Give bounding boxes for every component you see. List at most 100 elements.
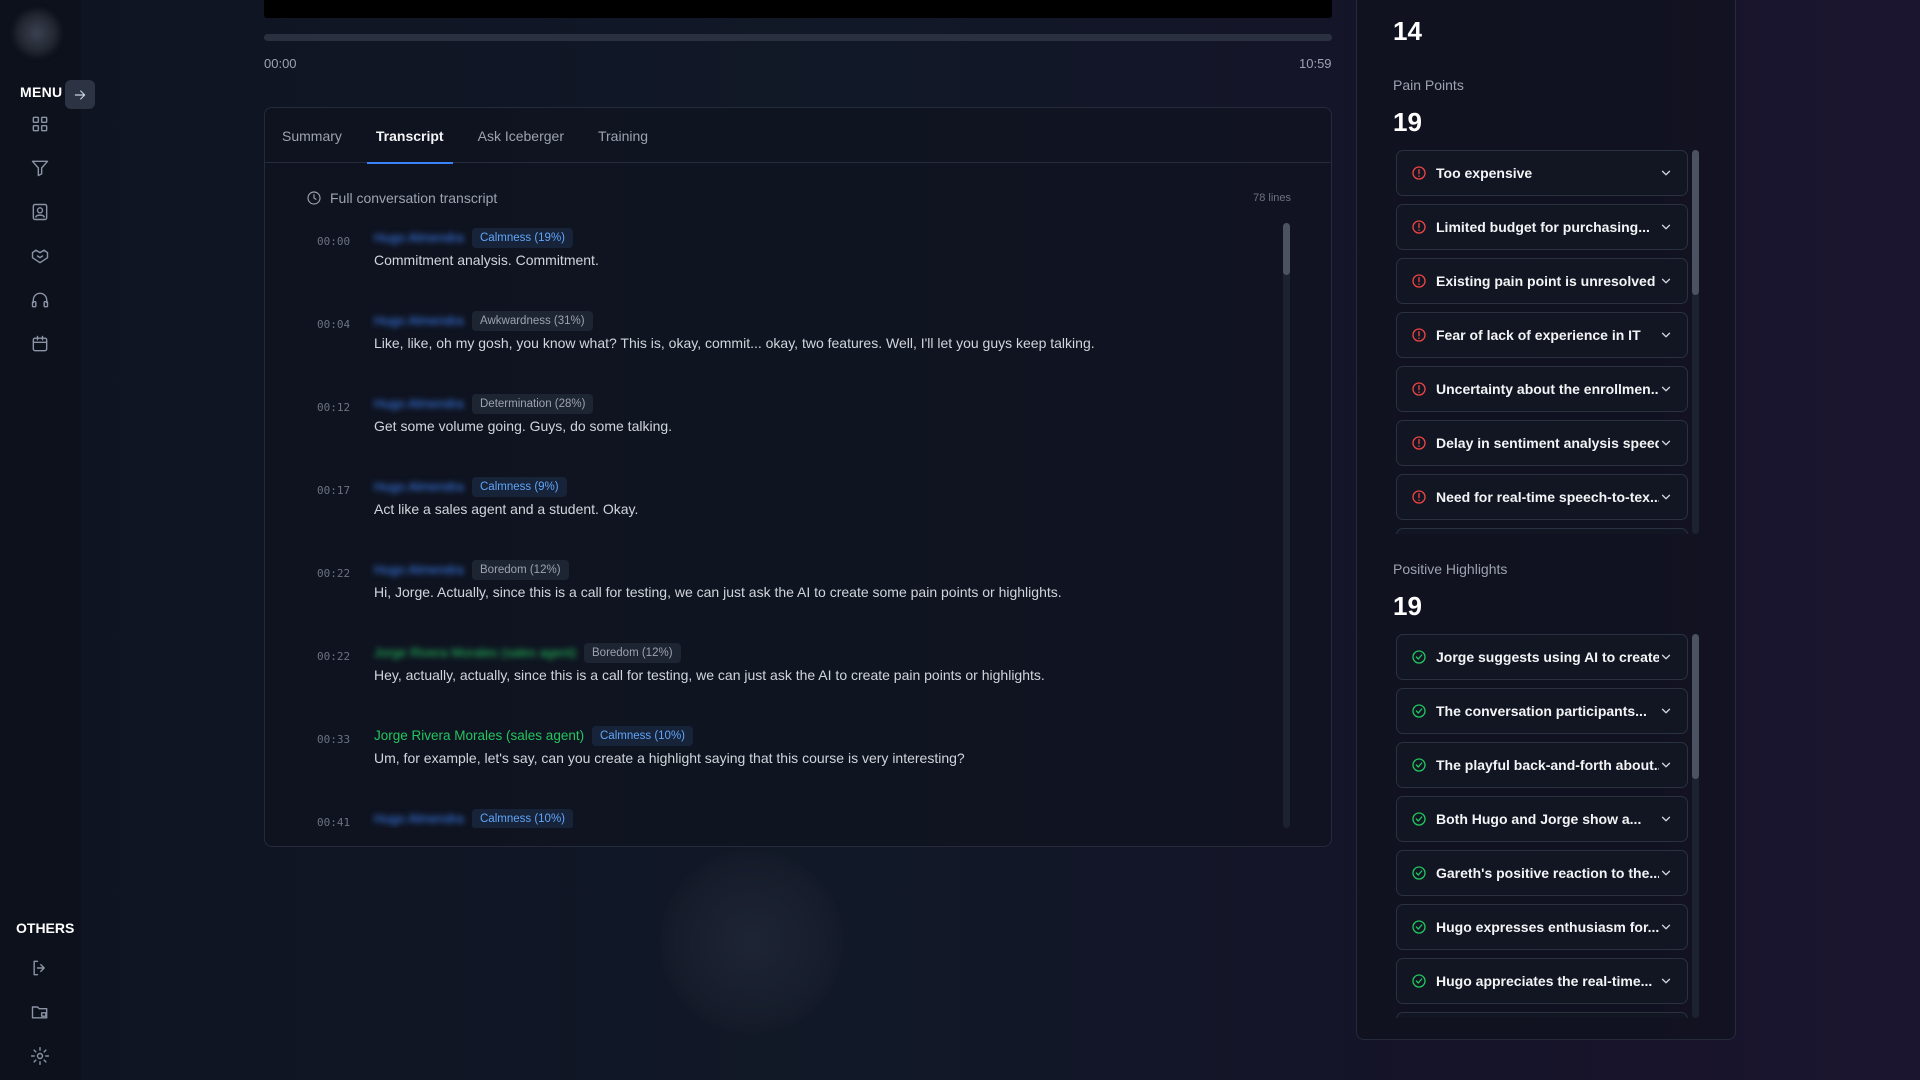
nav-dashboard[interactable] [28, 112, 52, 136]
chevron-down-icon[interactable] [1659, 812, 1673, 826]
nav-filter[interactable] [28, 156, 52, 180]
entry-timestamp[interactable]: 00:33 [317, 733, 350, 746]
transcript-list[interactable]: 00:00 Hugo Almendra Calmness (19%) Commitme… [305, 228, 1265, 828]
pain-point-card[interactable]: Need for real-time speech-to-tex... [1396, 474, 1688, 520]
pain-points-scrollbar-thumb[interactable] [1692, 150, 1699, 295]
alert-circle-icon [1411, 381, 1427, 397]
card-partial[interactable] [1396, 1012, 1688, 1018]
entry-timestamp[interactable]: 00:04 [317, 318, 350, 331]
card-label: Delay in sentiment analysis speed [1436, 435, 1659, 451]
folder-lock-icon [31, 1006, 48, 1019]
card-label: Hugo expresses enthusiasm for... [1436, 919, 1659, 935]
transcript-line-count: 78 lines [1253, 192, 1291, 204]
chevron-down-icon[interactable] [1659, 650, 1673, 664]
pain-point-card[interactable]: Existing pain point is unresolved [1396, 258, 1688, 304]
pain-points-label: Pain Points [1393, 77, 1464, 93]
highlight-card[interactable]: Both Hugo and Jorge show a... [1396, 796, 1688, 842]
chevron-down-icon[interactable] [1659, 974, 1673, 988]
highlight-card[interactable]: The playful back-and-forth about... [1396, 742, 1688, 788]
highlight-card[interactable]: Gareth's positive reaction to the... [1396, 850, 1688, 896]
entry-timestamp[interactable]: 00:41 [317, 816, 350, 828]
highlight-card[interactable]: Hugo appreciates the real-time... [1396, 958, 1688, 1004]
card-label: Uncertainty about the enrollmen... [1436, 381, 1659, 397]
contact-card-icon [32, 203, 48, 221]
entry-text: Hey, actually, actually, since this is a… [374, 667, 1045, 683]
positive-highlights-scrollbar-thumb[interactable] [1692, 634, 1699, 779]
nav-calls[interactable] [28, 288, 52, 312]
card-label: Need for real-time speech-to-tex... [1436, 489, 1659, 505]
positive-highlights-list[interactable]: Jorge suggests using AI to create... The … [1396, 634, 1688, 1018]
pain-points-count: 19 [1393, 107, 1422, 137]
pain-point-card[interactable]: Delay in sentiment analysis speed [1396, 420, 1688, 466]
positive-highlights-label: Positive Highlights [1393, 561, 1508, 577]
transcript-scrollbar-thumb[interactable] [1283, 223, 1290, 275]
highlight-card[interactable]: Hugo expresses enthusiasm for... [1396, 904, 1688, 950]
alert-circle-icon [1411, 489, 1427, 505]
dashboard-grid-icon [32, 116, 48, 132]
tab-bar: Summary Transcript Ask Iceberger Trainin… [265, 108, 1331, 164]
playback-progress-bar[interactable] [264, 34, 1332, 41]
alert-circle-icon [1411, 327, 1427, 343]
nav-settings[interactable] [28, 1044, 52, 1068]
nav-logout[interactable] [28, 956, 52, 980]
tab-training[interactable]: Training [589, 108, 657, 163]
nav-contacts[interactable] [28, 200, 52, 224]
check-circle-icon [1411, 973, 1427, 989]
brand-logo[interactable] [12, 8, 62, 58]
calendar-icon [32, 335, 48, 352]
card-label: Existing pain point is unresolved [1436, 273, 1656, 289]
check-circle-icon [1411, 649, 1427, 665]
entry-timestamp[interactable]: 00:00 [317, 235, 350, 248]
highlight-card[interactable]: The conversation participants... [1396, 688, 1688, 734]
card-label: Gareth's positive reaction to the... [1436, 865, 1659, 881]
chevron-down-icon[interactable] [1659, 274, 1673, 288]
card-label: The conversation participants... [1436, 703, 1647, 719]
pain-point-card[interactable]: Fear of lack of experience in IT [1396, 312, 1688, 358]
chevron-down-icon[interactable] [1659, 166, 1673, 180]
chevron-down-icon[interactable] [1659, 382, 1673, 396]
entry-timestamp[interactable]: 00:12 [317, 401, 350, 414]
nav-files[interactable] [28, 1000, 52, 1024]
entry-timestamp[interactable]: 00:22 [317, 567, 350, 580]
chevron-down-icon[interactable] [1659, 436, 1673, 450]
entry-timestamp[interactable]: 00:17 [317, 484, 350, 497]
entry-speaker: Hugo Almendra [374, 230, 464, 245]
positive-highlights-scrollbar[interactable] [1692, 634, 1699, 1018]
card-label: Limited budget for purchasing... [1436, 219, 1650, 235]
video-player[interactable] [264, 0, 1332, 18]
pain-points-list[interactable]: Too expensive Limited budget for purchasi… [1396, 150, 1688, 534]
top-metric-value: 14 [1393, 16, 1422, 46]
nav-deals[interactable] [28, 244, 52, 268]
chevron-down-icon[interactable] [1659, 328, 1673, 342]
pain-point-card[interactable]: Uncertainty about the enrollmen... [1396, 366, 1688, 412]
tab-summary[interactable]: Summary [273, 108, 351, 163]
playback-current-time: 00:00 [264, 56, 297, 71]
chevron-down-icon[interactable] [1659, 220, 1673, 234]
entry-emotion-badge: Determination (28%) [472, 394, 594, 414]
chevron-down-icon[interactable] [1659, 704, 1673, 718]
entry-emotion-badge: Calmness (9%) [472, 477, 567, 497]
entry-timestamp[interactable]: 00:22 [317, 650, 350, 663]
expand-menu-button[interactable] [65, 80, 95, 109]
card-label: The playful back-and-forth about... [1436, 757, 1659, 773]
transcript-entry: 00:04 Hugo Almendra Awkwardness (31%) Like,… [305, 311, 1265, 371]
transcript-scrollbar[interactable] [1283, 223, 1290, 828]
record-button-placeholder [660, 850, 844, 1034]
chevron-down-icon[interactable] [1659, 490, 1673, 504]
chevron-down-icon[interactable] [1659, 758, 1673, 772]
transcript-entry: 00:17 Hugo Almendra Calmness (9%) Act like … [305, 477, 1265, 537]
highlight-card[interactable]: Jorge suggests using AI to create... [1396, 634, 1688, 680]
arrow-right-icon [74, 89, 86, 100]
pain-point-card[interactable]: Too expensive [1396, 150, 1688, 196]
tab-transcript[interactable]: Transcript [366, 108, 453, 164]
tab-ask-iceberger[interactable]: Ask Iceberger [469, 108, 573, 163]
chevron-down-icon[interactable] [1659, 866, 1673, 880]
card-label: Both Hugo and Jorge show a... [1436, 811, 1642, 827]
transcript-title: Full conversation transcript [330, 190, 498, 206]
chevron-down-icon[interactable] [1659, 920, 1673, 934]
pain-point-card[interactable]: Limited budget for purchasing... [1396, 204, 1688, 250]
card-partial[interactable] [1396, 528, 1688, 534]
pain-points-scrollbar[interactable] [1692, 150, 1699, 534]
nav-calendar[interactable] [28, 332, 52, 356]
entry-speaker: Hugo Almendra [374, 479, 464, 494]
